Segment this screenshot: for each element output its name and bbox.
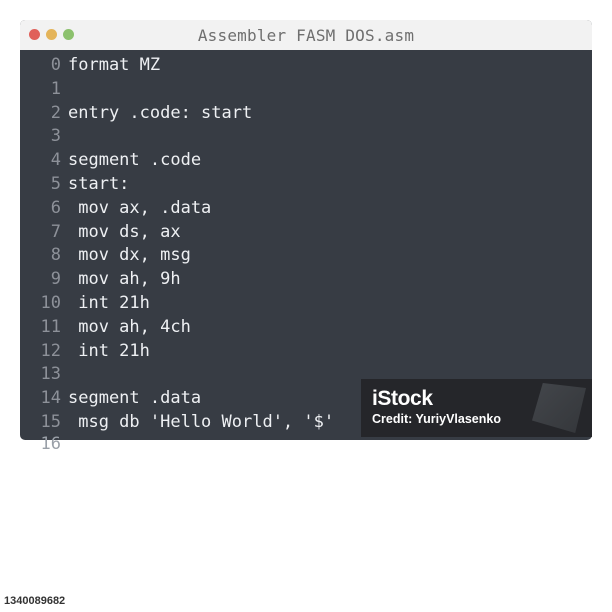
line-number: 13 (40, 364, 61, 385)
code-text: msg db 'Hello World', '$' (68, 411, 335, 432)
line-number: 9 (50, 269, 61, 290)
line-number: 15 (40, 411, 61, 432)
code-text: int 21h (68, 340, 150, 361)
watermark-credit: Credit: YuriyVlasenko (372, 412, 501, 426)
line-number: 1 (50, 78, 61, 99)
line-number: 12 (40, 340, 61, 361)
watermark-shape (532, 383, 586, 433)
line-number: 8 (50, 245, 61, 266)
code-line[interactable]: 9 mov ah, 9h (20, 268, 592, 292)
code-line[interactable]: 1 (20, 78, 592, 102)
watermark-logo: iStock (372, 387, 433, 410)
line-number: 7 (50, 221, 61, 242)
code-text: int 21h (68, 292, 150, 313)
code-line[interactable]: 11 mov ah, 4ch (20, 316, 592, 340)
code-line[interactable]: 4 segment .code (20, 149, 592, 173)
window-title: Assembler FASM DOS.asm (197, 25, 415, 45)
maximize-button[interactable] (63, 29, 74, 40)
code-text: entry .code: start (68, 102, 253, 123)
code-text: segment .data (68, 388, 202, 409)
code-line[interactable]: 5 start: (20, 173, 592, 197)
code-line[interactable]: 7 mov ds, ax (20, 221, 592, 245)
code-line[interactable]: 8 mov dx, msg (20, 244, 592, 268)
code-line[interactable]: 6 mov ax, .data (20, 197, 592, 221)
line-number: 2 (50, 102, 61, 123)
code-text: segment .code (68, 150, 202, 171)
line-number: 5 (50, 173, 61, 194)
code-editor[interactable]: 0 format MZ 1 2 entry .code: start 3 4 segment … (20, 50, 592, 435)
line-number: 14 (40, 388, 61, 409)
code-line[interactable]: 10 int 21h (20, 292, 592, 316)
code-line[interactable]: 0 format MZ (20, 54, 592, 78)
line-number: 0 (50, 55, 61, 75)
title-bar: Assembler FASM DOS.asm (20, 20, 592, 50)
code-line[interactable]: 12 int 21h (20, 340, 592, 364)
code-text: start: (68, 173, 130, 194)
minimize-button[interactable] (46, 29, 57, 40)
line-number: 11 (40, 316, 61, 337)
code-line[interactable]: 2 entry .code: start (20, 102, 592, 126)
close-button[interactable] (29, 29, 40, 40)
code-text: mov ds, ax (68, 221, 181, 242)
code-text: mov ah, 9h (68, 269, 181, 290)
code-text: mov ah, 4ch (68, 316, 191, 337)
line-number: 10 (40, 292, 61, 313)
image-id: 1340089682 (0, 591, 72, 612)
line-number: 4 (50, 150, 61, 171)
line-number: 3 (50, 126, 61, 147)
code-line[interactable]: 3 (20, 125, 592, 149)
line-number: 16 (40, 434, 61, 454)
code-text: format MZ (68, 55, 161, 75)
watermark: iStock Credit: YuriyVlasenko (361, 379, 592, 437)
code-text: mov ax, .data (68, 197, 212, 218)
window-controls (29, 29, 74, 40)
editor-window: Assembler FASM DOS.asm 0 format MZ 1 2 entry… (20, 20, 592, 440)
code-text: mov dx, msg (68, 245, 191, 266)
line-number: 6 (50, 197, 61, 218)
